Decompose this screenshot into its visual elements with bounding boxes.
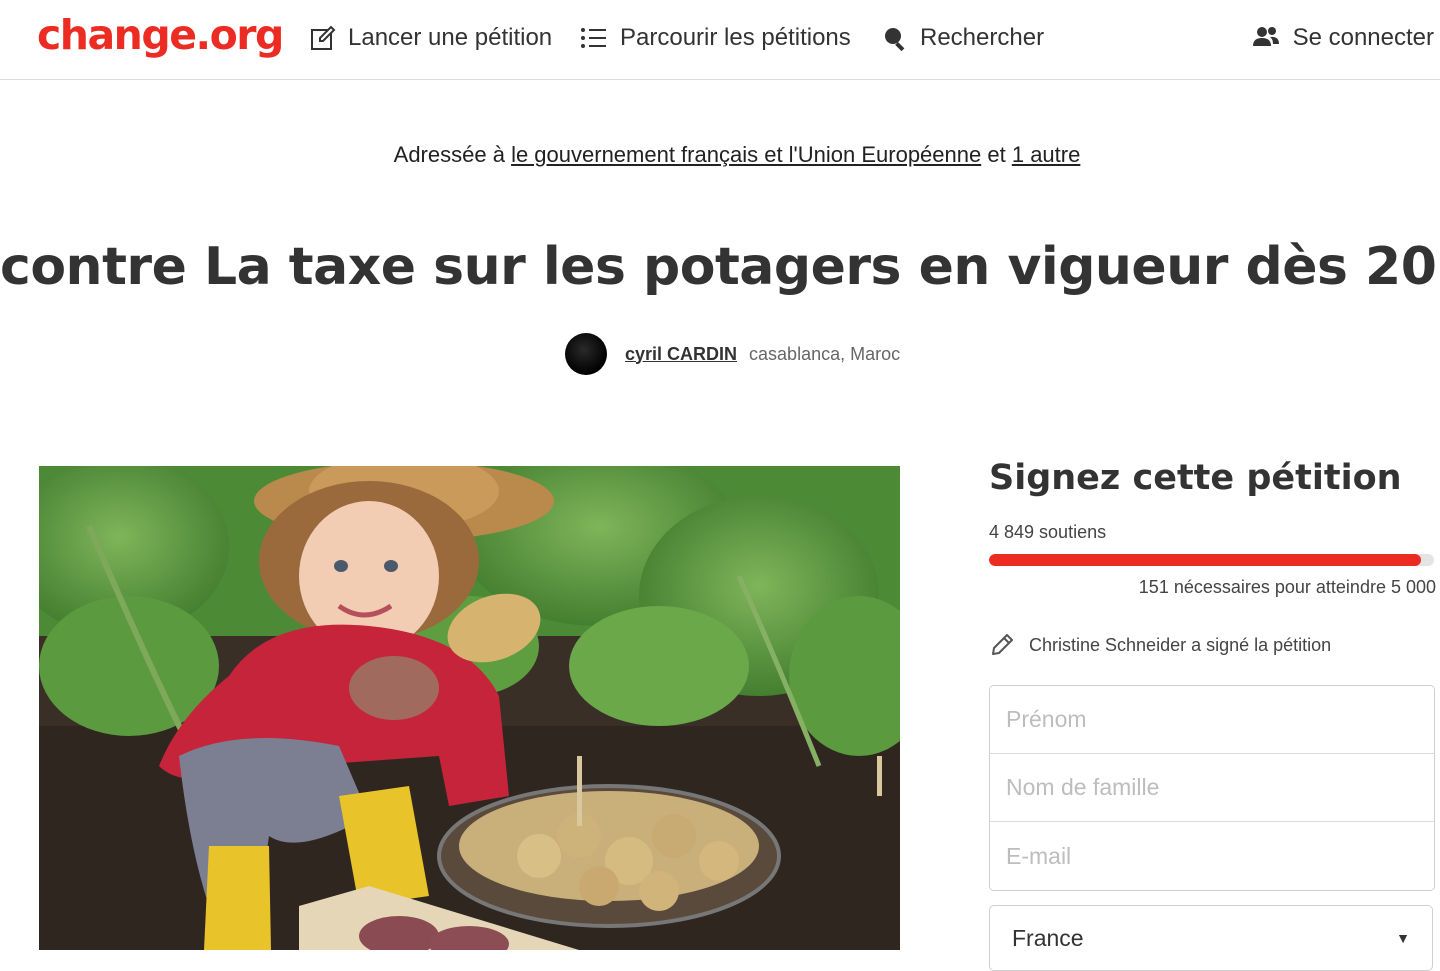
list-icon (581, 28, 606, 48)
pencil-icon (992, 634, 1013, 655)
target-and: et (987, 142, 1006, 167)
nav-search[interactable]: Rechercher (882, 20, 1044, 56)
edit-icon (311, 25, 336, 50)
country-select[interactable]: France ▼ (989, 905, 1433, 971)
other-targets-link[interactable]: 1 autre (1012, 142, 1081, 167)
petition-photo-illustration (39, 466, 900, 950)
petition-author: cyril CARDIN casablanca, Maroc (565, 333, 900, 375)
site-header: change.org Lancer une pétition Parcourir… (0, 0, 1440, 80)
recent-signer: Christine Schneider a signé la pétition (989, 632, 1331, 658)
supporter-count: 4 849 soutiens (989, 522, 1107, 542)
nav-login[interactable]: Se connecter (1251, 20, 1434, 56)
nav-login-label: Se connecter (1292, 24, 1434, 51)
nav-start-petition-label: Lancer une pétition (348, 24, 553, 51)
last-name-input[interactable] (990, 754, 1434, 822)
author-name-link[interactable]: cyril CARDIN (625, 344, 737, 365)
target-prefix: Adressée à (393, 142, 505, 167)
recent-signer-text: Christine Schneider a signé la pétition (1029, 634, 1332, 655)
nav-browse-petitions[interactable]: Parcourir les pétitions (580, 20, 851, 56)
signature-progress-fill (989, 554, 1421, 566)
petition-target: Adressée à le gouvernement français et l… (0, 142, 1440, 168)
nav-browse-petitions-label: Parcourir les pétitions (620, 24, 851, 51)
users-icon (1252, 27, 1279, 46)
country-select-value: France (1012, 924, 1084, 951)
target-link[interactable]: le gouvernement français et l'Union Euro… (511, 142, 981, 167)
chevron-down-icon: ▼ (1396, 930, 1410, 946)
signatures-needed: 151 nécessaires pour atteindre 5 000 (1138, 577, 1436, 597)
first-name-input[interactable] (990, 686, 1434, 754)
author-location: casablanca, Maroc (749, 343, 901, 364)
sign-form (989, 685, 1435, 891)
nav-start-petition[interactable]: Lancer une pétition (310, 20, 552, 56)
avatar[interactable] (565, 333, 607, 375)
email-input[interactable] (990, 822, 1434, 890)
change-org-logo[interactable]: change.org (37, 10, 284, 60)
petition-title: contre La taxe sur les potagers en vigue… (0, 237, 1440, 297)
nav-search-label: Rechercher (920, 24, 1045, 51)
signature-progress-bar (989, 554, 1434, 566)
search-icon (885, 28, 905, 51)
sign-petition-heading: Signez cette pétition (989, 458, 1402, 498)
petition-photo (39, 466, 900, 950)
